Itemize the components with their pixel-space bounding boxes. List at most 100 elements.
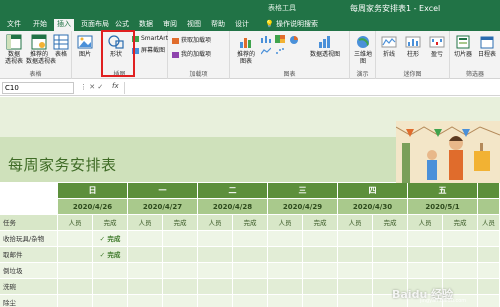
date-cell[interactable]: 2020/5/1	[408, 199, 478, 215]
day-header[interactable]: 三	[268, 183, 338, 199]
corner-cell[interactable]	[0, 183, 58, 199]
done-cell[interactable]	[93, 279, 128, 295]
done-cell[interactable]	[233, 279, 268, 295]
person-cell[interactable]	[408, 263, 443, 279]
done-cell[interactable]	[233, 231, 268, 247]
task-name[interactable]: 收拾玩具/杂物	[0, 231, 58, 247]
day-header-overflow[interactable]	[478, 183, 500, 199]
date-cell[interactable]: 2020/4/26	[58, 199, 128, 215]
date-cell-overflow[interactable]	[478, 199, 500, 215]
scatter-chart-button[interactable]	[274, 47, 286, 57]
sparkline-winloss-button[interactable]: 盈亏	[426, 34, 448, 58]
done-header[interactable]: 完成	[163, 215, 198, 231]
person-cell[interactable]	[268, 263, 303, 279]
sparkline-line-button[interactable]: 折线	[378, 34, 400, 58]
line-chart-button[interactable]	[260, 47, 272, 57]
person-cell[interactable]	[58, 263, 93, 279]
person-cell[interactable]	[478, 295, 500, 307]
done-header[interactable]: 完成	[303, 215, 338, 231]
person-cell[interactable]	[478, 231, 500, 247]
done-cell[interactable]	[163, 247, 198, 263]
task-name[interactable]: 倒垃圾	[0, 263, 58, 279]
task-name[interactable]: 洗碗	[0, 279, 58, 295]
person-cell[interactable]	[128, 279, 163, 295]
task-header[interactable]: 任务	[0, 215, 58, 231]
hierarchy-chart-button[interactable]	[274, 35, 286, 45]
done-header[interactable]: 完成	[373, 215, 408, 231]
done-header[interactable]: 完成	[443, 215, 478, 231]
person-cell[interactable]	[268, 231, 303, 247]
person-cell[interactable]	[128, 295, 163, 307]
person-cell[interactable]	[198, 263, 233, 279]
person-header-overflow[interactable]: 人员	[478, 215, 500, 231]
screenshot-button[interactable]: 屏幕截图	[132, 47, 165, 55]
tab-home[interactable]: 开始	[30, 19, 50, 30]
done-cell[interactable]	[93, 263, 128, 279]
get-addins-button[interactable]: 获取加载项	[172, 37, 211, 45]
sparkline-column-button[interactable]: 柱形	[402, 34, 424, 58]
done-cell[interactable]	[373, 247, 408, 263]
done-cell[interactable]	[163, 263, 198, 279]
my-addins-button[interactable]: 我的加载项	[172, 51, 211, 59]
person-cell[interactable]	[58, 295, 93, 307]
done-cell[interactable]	[163, 295, 198, 307]
done-header[interactable]: 完成	[233, 215, 268, 231]
person-cell[interactable]	[128, 263, 163, 279]
done-cell[interactable]	[303, 247, 338, 263]
recommended-charts-button[interactable]: 推荐的 图表	[234, 34, 258, 65]
formula-input[interactable]	[124, 82, 496, 94]
person-header[interactable]: 人员	[268, 215, 303, 231]
name-box[interactable]: C10	[2, 82, 74, 94]
day-header[interactable]: 一	[128, 183, 198, 199]
done-cell[interactable]	[163, 231, 198, 247]
table-button[interactable]: 表格	[52, 34, 70, 58]
blank-cell[interactable]	[0, 199, 58, 215]
done-cell[interactable]	[373, 263, 408, 279]
person-cell[interactable]	[338, 231, 373, 247]
done-cell[interactable]	[303, 295, 338, 307]
day-header[interactable]: 五	[408, 183, 478, 199]
done-cell[interactable]	[233, 263, 268, 279]
person-cell[interactable]	[268, 295, 303, 307]
slicer-button[interactable]: 切片器	[451, 34, 475, 58]
cancel-icon[interactable]: ✕	[89, 83, 95, 91]
person-cell[interactable]	[478, 263, 500, 279]
done-cell[interactable]	[303, 263, 338, 279]
tab-view[interactable]: 视图	[184, 19, 204, 30]
done-cell[interactable]: ✓ 完成	[93, 247, 128, 263]
done-header[interactable]: 完成	[93, 215, 128, 231]
tab-help[interactable]: 帮助	[208, 19, 228, 30]
person-cell[interactable]	[198, 247, 233, 263]
done-cell[interactable]	[303, 231, 338, 247]
person-cell[interactable]	[58, 247, 93, 263]
insert-function-button[interactable]: fx	[112, 82, 119, 90]
done-cell[interactable]	[233, 295, 268, 307]
enter-icon[interactable]: ✓	[97, 83, 103, 91]
person-header[interactable]: 人员	[338, 215, 373, 231]
person-cell[interactable]	[58, 279, 93, 295]
person-cell[interactable]	[198, 231, 233, 247]
person-cell[interactable]	[268, 279, 303, 295]
person-cell[interactable]	[198, 295, 233, 307]
tab-review[interactable]: 审阅	[160, 19, 180, 30]
pivotchart-button[interactable]: 数据透视图	[304, 34, 346, 58]
tab-page-layout[interactable]: 页面布局	[78, 19, 112, 30]
day-header[interactable]: 日	[58, 183, 128, 199]
done-cell[interactable]	[443, 247, 478, 263]
done-cell[interactable]	[443, 263, 478, 279]
done-cell[interactable]	[303, 279, 338, 295]
task-name[interactable]: 除尘	[0, 295, 58, 307]
3d-map-button[interactable]: 三维地 图	[352, 34, 374, 65]
day-header[interactable]: 四	[338, 183, 408, 199]
done-cell[interactable]	[233, 247, 268, 263]
person-cell[interactable]	[478, 279, 500, 295]
done-cell[interactable]	[93, 295, 128, 307]
date-cell[interactable]: 2020/4/28	[198, 199, 268, 215]
tab-file[interactable]: 文件	[4, 19, 24, 30]
person-cell[interactable]	[338, 279, 373, 295]
recommended-pivot-button[interactable]: 推荐的 数据透视表	[26, 34, 56, 65]
pie-chart-button[interactable]	[288, 35, 300, 47]
person-cell[interactable]	[408, 247, 443, 263]
person-header[interactable]: 人员	[58, 215, 93, 231]
done-cell[interactable]	[163, 279, 198, 295]
